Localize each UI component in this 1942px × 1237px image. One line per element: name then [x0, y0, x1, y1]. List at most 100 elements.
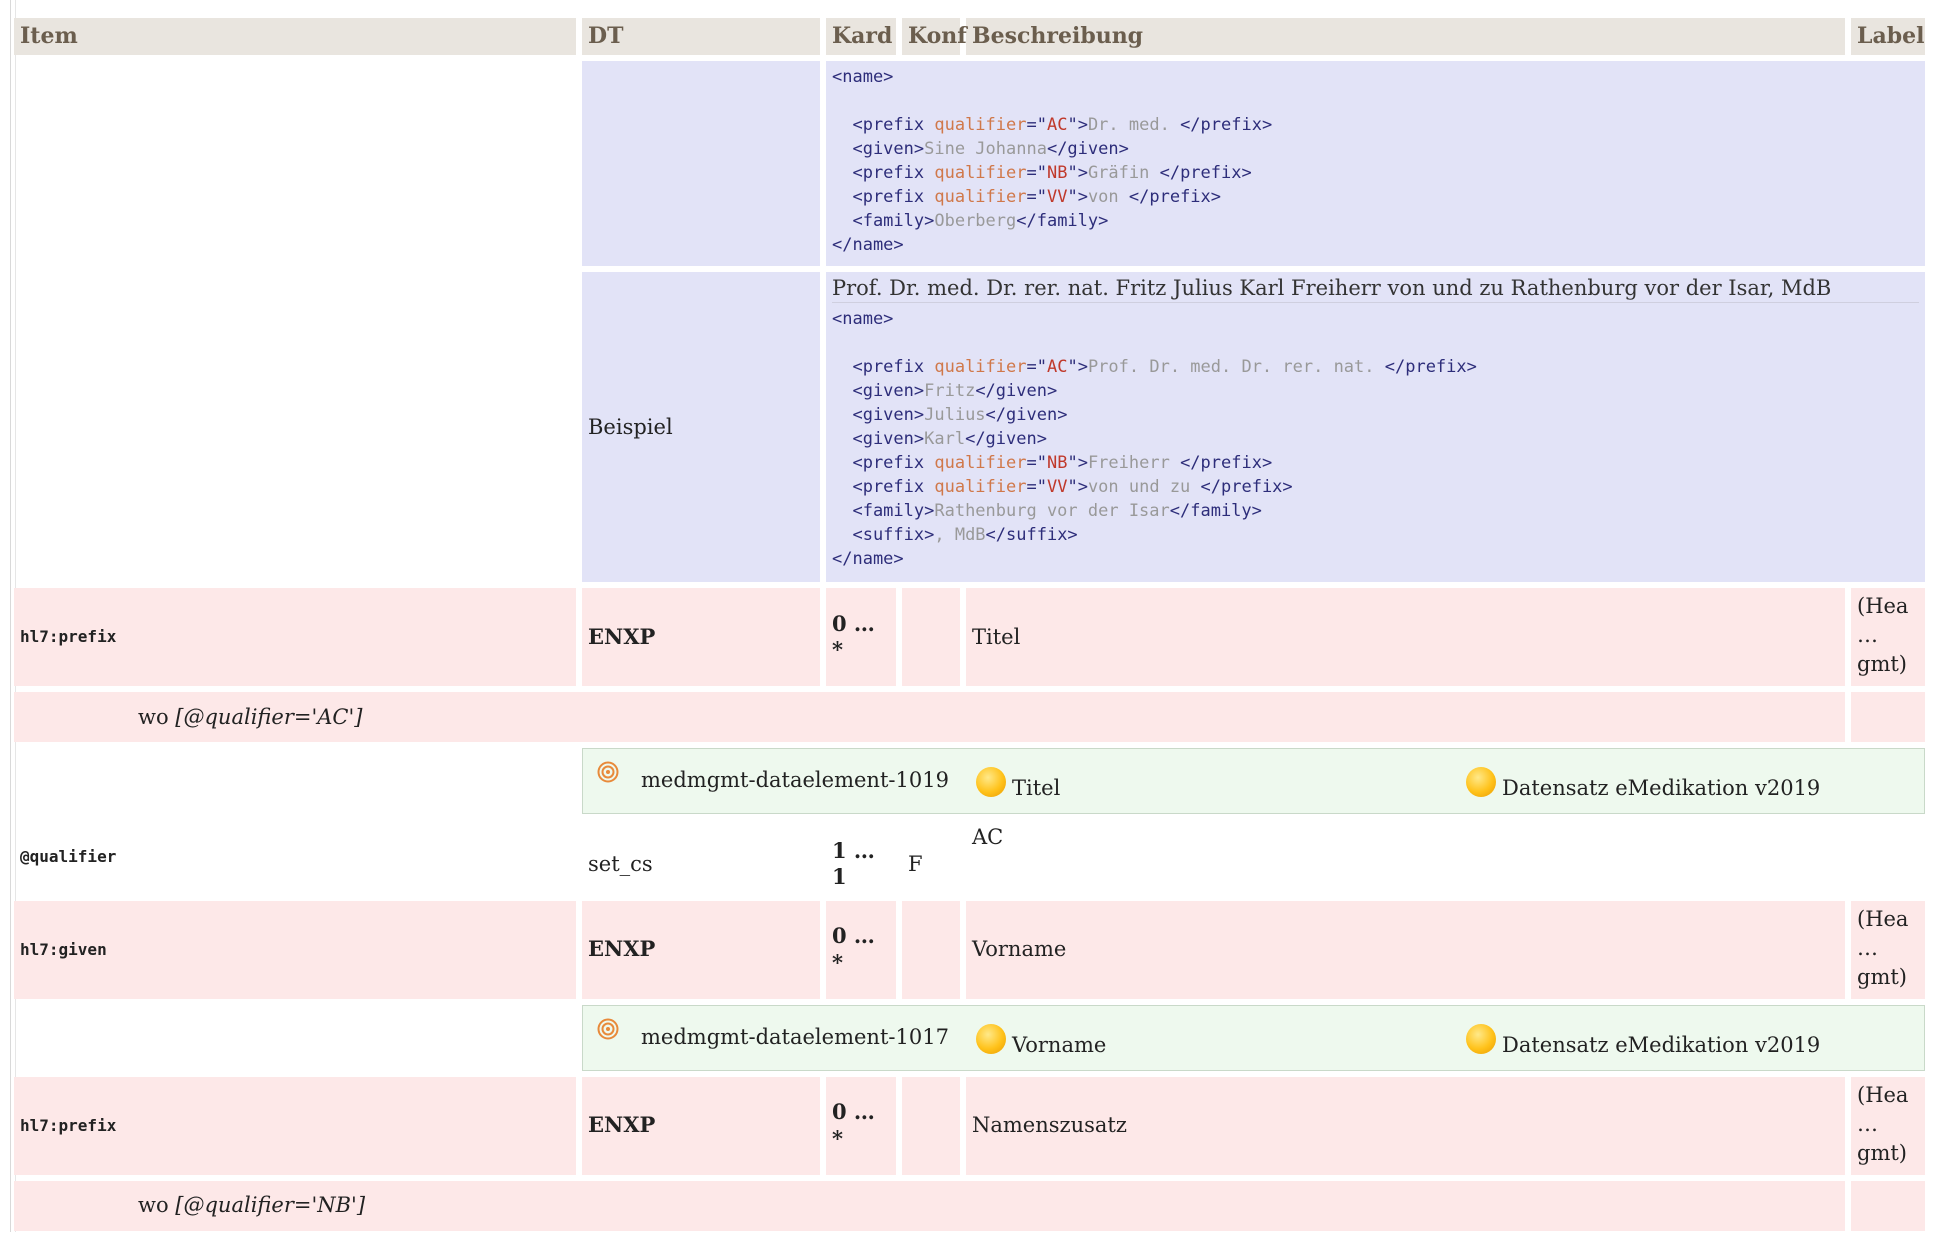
code-token-txt: Karl [924, 429, 966, 449]
code-token-tag: </given> [975, 381, 1058, 401]
code-token-tag: <given> [832, 381, 925, 401]
code-token-txt: Fritz [924, 381, 976, 401]
concept-box: medmgmt-dataelement-1017 Vorname Datensa… [582, 1004, 1925, 1071]
code-line: <given>Fritz</given> [832, 379, 1919, 403]
code-token-txt: Sine Johanna [924, 139, 1047, 159]
table-row-wo-ac: wo [@qualifier='AC'] [14, 692, 1925, 742]
concept-id-link[interactable]: medmgmt-dataelement-1019 [641, 767, 949, 793]
code-token-tag: <given> [832, 429, 925, 449]
table-row-prefix-nb: hl7:prefix ENXP 0 … * Namenszusatz (Hea … [14, 1076, 1925, 1175]
code-line: <family>Rathenburg vor der Isar</family> [832, 499, 1919, 523]
item-hl7-prefix[interactable]: hl7:prefix [14, 1076, 576, 1175]
code-token-tag: "> [1067, 163, 1088, 183]
code-token-tag: </prefix> [1200, 477, 1293, 497]
code-token-tag: </prefix> [1128, 187, 1222, 207]
code-line: <name> [832, 307, 1919, 331]
code-token-tag: </given> [965, 429, 1047, 449]
code-token-txt: Freiherr [1087, 453, 1181, 473]
code-token-val: NB [1046, 163, 1068, 183]
concept-box: medmgmt-dataelement-1019 Titel Datensatz… [582, 748, 1925, 814]
header-kard: Kard [826, 18, 896, 55]
concept-name[interactable]: Titel [1012, 776, 1060, 800]
code-token-txt: Rathenburg vor der Isar [934, 501, 1170, 521]
dt-enxp[interactable]: ENXP [582, 900, 820, 999]
code-token-txt: Gräfin [1087, 163, 1160, 183]
item-qualifier[interactable]: @qualifier [14, 820, 576, 895]
table-row-wo-nb: wo [@qualifier='NB'] [14, 1180, 1925, 1231]
concept-row-1019: medmgmt-dataelement-1019 Titel Datensatz… [14, 748, 1925, 814]
code-line: <prefix qualifier="VV">von </prefix> [832, 185, 1919, 209]
code-token-tag: </prefix> [1159, 163, 1252, 183]
example-1-code: <name> <prefix qualifier="AC">Dr. med. <… [826, 61, 1925, 266]
example-2-title: Prof. Dr. med. Dr. rer. nat. Fritz Juliu… [832, 276, 1919, 303]
code-line: <suffix>, MdB</suffix> [832, 523, 1919, 547]
code-token-tag: <prefix [832, 357, 935, 377]
code-token-tag: </given> [1046, 139, 1129, 159]
table-row-given: hl7:given ENXP 0 … * Vorname (Hea … gmt) [14, 900, 1925, 999]
dt-set-cs[interactable]: set_cs [582, 820, 820, 895]
code-token-attr: qualifier [934, 477, 1027, 497]
kard-value: 1 … 1 [832, 838, 875, 890]
code-token-tag: <given> [832, 139, 925, 159]
label-value: (Hea … gmt) [1851, 588, 1925, 686]
code-line: <prefix qualifier="AC">Dr. med. </prefix… [832, 113, 1919, 137]
code-line: <given>Karl</given> [832, 427, 1919, 451]
code-line: <given>Sine Johanna</given> [832, 137, 1919, 161]
example-1-dt [582, 61, 820, 266]
code-token-tag: </family> [1016, 211, 1109, 231]
code-token-tag: </name> [832, 235, 904, 255]
header-beschreibung: Beschreibung [966, 18, 1845, 55]
dataset-name[interactable]: Datensatz eMedikation v2019 [1502, 776, 1820, 800]
concept-row-1017: medmgmt-dataelement-1017 Vorname Datensa… [14, 1004, 1925, 1071]
item-hl7-given[interactable]: hl7:given [14, 900, 576, 999]
code-token-tag: </given> [985, 405, 1068, 425]
code-token-txt: Julius [924, 405, 986, 425]
konf-value [902, 900, 960, 999]
code-line: <family>Oberberg</family> [832, 209, 1919, 233]
code-token-tag: <given> [832, 405, 925, 425]
example-row-1: <name> <prefix qualifier="AC">Dr. med. <… [14, 61, 1925, 266]
code-token-txt: Prof. Dr. med. Dr. rer. nat. [1087, 357, 1385, 377]
table-header: Item DT Kard Konf Beschreibung Label [14, 18, 1925, 55]
kard-value: 0 … * [826, 588, 896, 686]
example-2-dt: Beispiel [582, 272, 820, 582]
dt-enxp[interactable]: ENXP [582, 588, 820, 686]
example-2-code: Prof. Dr. med. Dr. rer. nat. Fritz Juliu… [826, 272, 1925, 582]
concept-name[interactable]: Vorname [1012, 1033, 1106, 1057]
table-row-prefix-ac: hl7:prefix ENXP 0 … * Titel (Hea … gmt) [14, 588, 1925, 686]
code-token-val: AC [1046, 357, 1068, 377]
item-hl7-prefix[interactable]: hl7:prefix [14, 588, 576, 686]
label-value: (Hea … gmt) [1851, 1076, 1925, 1175]
konf-value [902, 1076, 960, 1175]
code-token-txt: von und zu [1087, 477, 1201, 497]
dataset-name[interactable]: Datensatz eMedikation v2019 [1502, 1033, 1820, 1057]
code-token-val: AC [1046, 115, 1068, 135]
label-value: (Hea … gmt) [1851, 900, 1925, 999]
dt-enxp[interactable]: ENXP [582, 1076, 820, 1175]
code-token-tag: <name> [832, 67, 894, 87]
kard-value: 0 … * [826, 900, 896, 999]
template-table: Item DT Kard Konf Beschreibung Label <na… [8, 12, 1931, 1237]
concept-id-link[interactable]: medmgmt-dataelement-1017 [641, 1024, 949, 1050]
sun-icon [976, 1023, 1006, 1054]
code-line: <name> [832, 65, 1919, 89]
konf-value: F [908, 852, 923, 877]
code-line: <prefix qualifier="AC">Prof. Dr. med. Dr… [832, 355, 1919, 379]
desc-value: Namenszusatz [966, 1076, 1845, 1175]
code-token-tag: <prefix [832, 477, 935, 497]
code-token-attr: qualifier [934, 163, 1027, 183]
desc-value: Vorname [966, 900, 1845, 999]
target-icon [597, 1018, 619, 1039]
code-token-tag: <name> [832, 309, 894, 329]
code-line: <given>Julius</given> [832, 403, 1919, 427]
sun-icon [976, 767, 1006, 797]
desc-value: AC [972, 825, 1004, 849]
example-row-2: Beispiel Prof. Dr. med. Dr. rer. nat. Fr… [14, 272, 1925, 582]
code-token-tag: <family> [832, 501, 935, 521]
code-token-tag: <suffix> [832, 525, 935, 545]
kard-value: 0 … * [826, 1076, 896, 1175]
sun-icon [1466, 767, 1496, 797]
code-line: </name> [832, 233, 1919, 257]
code-token-tag: </name> [832, 549, 904, 569]
